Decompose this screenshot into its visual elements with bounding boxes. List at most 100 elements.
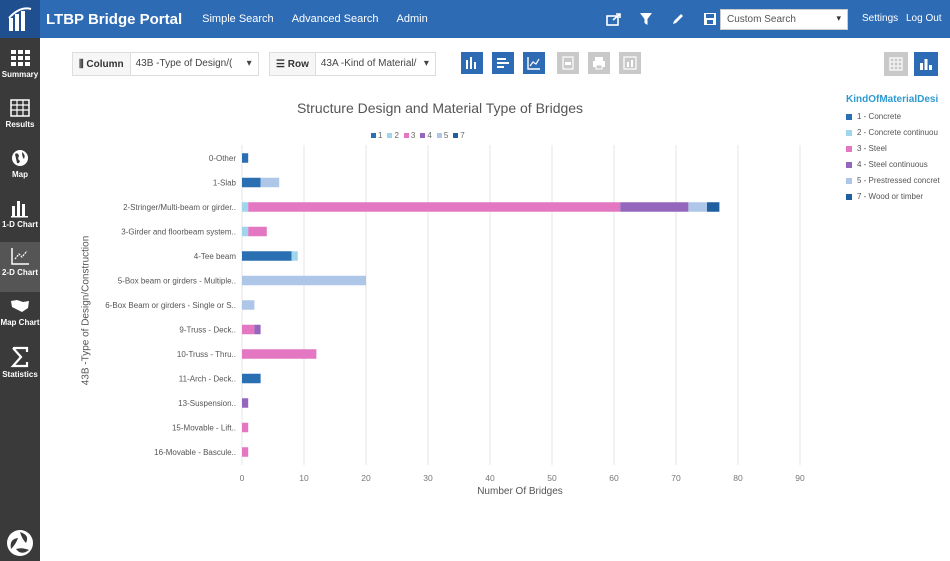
bar-segment [248, 226, 267, 237]
y-tick-label: 5-Box beam or girders - Multiple.. [118, 277, 236, 286]
chart-title: Structure Design and Material Type of Br… [296, 100, 584, 116]
settings-link[interactable]: Settings [862, 13, 898, 24]
x-tick-label: 0 [240, 473, 245, 483]
bar-segment [242, 275, 366, 286]
x-tick-label: 30 [423, 473, 433, 483]
sidebar-item-summary[interactable]: Summary [0, 44, 40, 94]
chevron-down-icon: ▾ [836, 13, 841, 23]
legend-title: KindOfMaterialDesi [846, 94, 939, 105]
legend-item[interactable]: 2 - Concrete continuou [846, 128, 950, 137]
table-icon [10, 99, 30, 117]
pencil-icon[interactable] [669, 10, 687, 28]
vertical-bars-icon [466, 57, 476, 69]
chart-legend-top: 1 2 3 4 5 7 [368, 131, 465, 140]
share-icon[interactable] [605, 10, 623, 28]
vertical-bar-chart-button[interactable] [461, 52, 483, 74]
rows-icon: ☰ [276, 58, 288, 70]
line-chart-button[interactable] [523, 52, 545, 74]
print-button[interactable] [588, 52, 610, 74]
column-selector: ⫼ Column 43B -Type of Design/( ▾ [72, 52, 259, 76]
filter-icon[interactable] [637, 10, 655, 28]
sidebar-item-map-chart[interactable]: Map Chart [0, 292, 40, 342]
row-label: ☰ Row [270, 59, 315, 70]
save-icon[interactable] [701, 10, 719, 28]
toolbar: ⫼ Column 43B -Type of Design/( ▾ ☰ Row 4… [40, 38, 950, 94]
x-tick-label: 60 [609, 473, 619, 483]
chart-legend-right: KindOfMaterialDesi 1 - Concrete 2 - Concr… [846, 94, 950, 201]
y-tick-label: 1-Slab [213, 179, 237, 188]
top-bar: LTBP Bridge Portal Simple Search Advance… [0, 0, 950, 38]
y-tick-label: 6-Box Beam or girders - Single or S.. [105, 301, 236, 310]
column-select-value: 43B -Type of Design/( [135, 58, 233, 69]
bar-segment [242, 251, 292, 261]
legend-item[interactable]: 2 [384, 131, 399, 140]
legend-item[interactable]: 1 - Concrete [846, 112, 950, 121]
legend-item[interactable]: 7 [450, 131, 465, 140]
row-select[interactable]: 43A -Kind of Material/ ▾ [314, 53, 435, 75]
legend-label: 4 [427, 131, 432, 140]
legend-swatch [846, 129, 852, 136]
sidebar-item-label: 1-D Chart [1, 220, 38, 229]
row-label-text: Row [287, 58, 309, 70]
y-tick-label: 10-Truss - Thru.. [177, 350, 236, 359]
legend-swatch [846, 193, 852, 200]
legend-item[interactable]: 3 - Steel [846, 144, 950, 153]
bar-segment [242, 422, 249, 433]
y-tick-label: 11-Arch - Deck.. [179, 375, 236, 384]
legend-swatch [387, 133, 393, 138]
column-select[interactable]: 43B -Type of Design/( ▾ [129, 53, 258, 75]
legend-label: 7 - Wood or timber [857, 192, 924, 201]
sidebar-item-label: 2-D Chart [1, 268, 38, 277]
sidebar-item-results[interactable]: Results [0, 94, 40, 144]
bar-segment [242, 349, 317, 359]
legend-item[interactable]: 1 [368, 131, 382, 140]
sidebar-item-map[interactable]: Map [0, 144, 40, 194]
horizontal-bar-chart-button[interactable] [492, 52, 514, 74]
chevron-down-icon: ▾ [423, 58, 429, 69]
logout-link[interactable]: Log Out [906, 13, 942, 24]
bar-segment [291, 251, 298, 261]
x-tick-label: 80 [733, 473, 743, 483]
table-view-button[interactable] [884, 52, 908, 76]
legend-item[interactable]: 5 - Prestressed concret [846, 176, 950, 185]
line-chart-icon [527, 57, 540, 70]
sidebar-item-1d-chart[interactable]: 1-D Chart [0, 194, 40, 244]
x-tick-label: 70 [671, 473, 681, 483]
nav-admin[interactable]: Admin [397, 13, 428, 25]
bar-segment [242, 226, 249, 237]
bar-segment [242, 398, 249, 408]
bar-segment [242, 447, 249, 457]
app-title[interactable]: LTBP Bridge Portal [46, 11, 182, 28]
sidebar-item-label: Summary [1, 70, 39, 79]
legend-label: 5 - Prestressed concret [857, 176, 940, 185]
export-image-button[interactable] [619, 52, 641, 74]
bar-segment [688, 202, 707, 212]
x-tick-label: 40 [485, 473, 495, 483]
print-icon [593, 57, 605, 70]
custom-search-select[interactable]: Custom Search ▾ [720, 9, 848, 30]
bar-segment [260, 177, 280, 188]
legend-item[interactable]: 5 [434, 131, 448, 140]
export-pdf-button[interactable] [557, 52, 579, 74]
x-axis-title: Number Of Bridges [477, 486, 563, 497]
chart-view-button[interactable] [914, 52, 938, 76]
portal-logo-icon[interactable] [0, 0, 40, 38]
legend-label: 2 - Concrete continuou [857, 128, 938, 137]
sidebar-item-2d-chart[interactable]: 2-D Chart [0, 242, 40, 292]
nav-advanced-search[interactable]: Advanced Search [292, 13, 379, 25]
legend-item[interactable]: 4 - Steel continuous [846, 160, 950, 169]
legend-item[interactable]: 7 - Wood or timber [846, 192, 950, 201]
sidebar-item-statistics[interactable]: Statistics [0, 342, 40, 392]
bar-segment [242, 300, 255, 310]
legend-label: 4 - Steel continuous [857, 160, 928, 169]
legend-label: 2 [394, 131, 399, 140]
table-icon [889, 57, 903, 71]
x-tick-label: 20 [361, 473, 371, 483]
nav-simple-search[interactable]: Simple Search [202, 13, 274, 25]
document-icon [562, 56, 574, 70]
legend-item[interactable]: 4 [417, 131, 432, 140]
stacked-bar-chart: 0 10 20 30 40 50 60 70 80 90 0-Other 1-Slab 2-String… [105, 145, 805, 483]
bar-segment [242, 177, 261, 188]
legend-item[interactable]: 3 [401, 131, 415, 140]
x-tick-label: 90 [795, 473, 805, 483]
